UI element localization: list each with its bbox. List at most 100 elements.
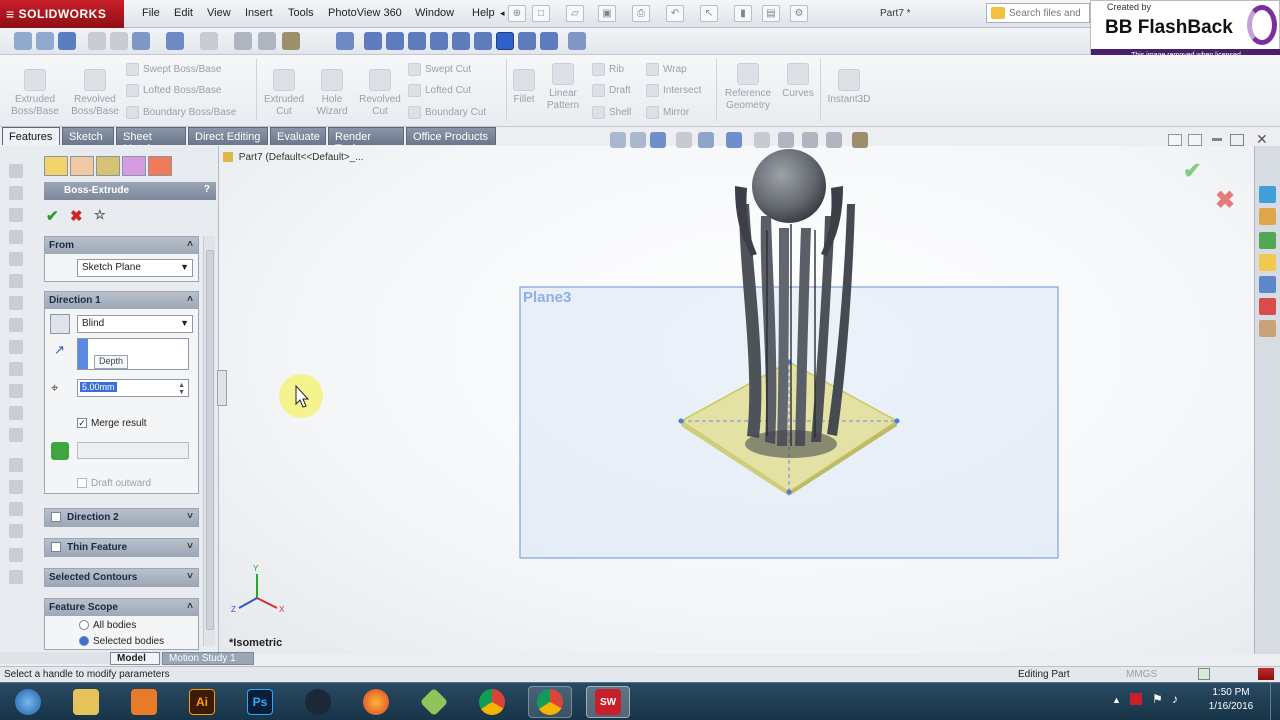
tab-motion-study[interactable]: Motion Study 1 — [162, 652, 254, 665]
display-style-icon[interactable] — [726, 132, 742, 148]
print-icon[interactable]: ⎙ — [632, 5, 650, 22]
tray-solidworks-icon[interactable] — [1130, 693, 1142, 705]
scrollbar-thumb[interactable] — [206, 250, 214, 630]
view-settings-icon[interactable] — [852, 132, 868, 148]
show-hidden-icons[interactable]: ▲ — [1112, 695, 1121, 705]
design-library-icon[interactable] — [1259, 208, 1276, 225]
direction2-group[interactable]: Direction 2 ˅ — [44, 508, 199, 527]
extruded-cut-button[interactable]: Extruded Cut — [258, 69, 310, 118]
display-style-icon[interactable] — [166, 32, 184, 50]
revolved-boss-button[interactable]: Revolved Boss/Base — [66, 69, 124, 118]
view-dimetric-icon[interactable] — [540, 32, 558, 50]
sketch-tool-icon[interactable] — [9, 274, 23, 288]
action-center-flag-icon[interactable]: ⚑ — [1152, 692, 1163, 706]
undo-icon[interactable]: ↶ — [666, 5, 684, 22]
reverse-direction-icon[interactable] — [50, 314, 70, 334]
tab-sheet-metal[interactable]: Sheet Metal — [116, 127, 186, 155]
sphere[interactable] — [752, 149, 826, 223]
edit-appearance-icon[interactable] — [234, 32, 252, 50]
intersect-button[interactable]: Intersect — [646, 84, 701, 97]
depth-input[interactable]: 5.00mm ▲ ▼ — [77, 379, 189, 397]
zoom-to-fit-icon[interactable] — [14, 32, 32, 50]
display-manager-tab-icon[interactable] — [148, 156, 172, 176]
direction2-group-header[interactable]: Direction 2 ˅ — [45, 509, 198, 526]
mirror-button[interactable]: Mirror — [646, 106, 689, 119]
direction-selection-box[interactable]: Depth — [77, 338, 189, 370]
taskbar-steam[interactable] — [296, 686, 340, 718]
taskbar-file-explorer[interactable] — [64, 686, 108, 718]
help-status-icon[interactable] — [1258, 668, 1274, 680]
cancel-x-icon[interactable]: ✖ — [70, 207, 83, 225]
save-icon[interactable]: ▣ — [598, 5, 616, 22]
curves-button[interactable]: Curves — [778, 63, 818, 100]
sketch-tool-icon[interactable] — [9, 548, 23, 562]
apply-scene-icon[interactable] — [258, 32, 276, 50]
hide-show-icon[interactable] — [200, 32, 218, 50]
drag-handle[interactable] — [786, 489, 792, 495]
view-back-icon[interactable] — [386, 32, 404, 50]
end-condition-select[interactable]: Blind ▼ — [77, 315, 193, 333]
hole-wizard-button[interactable]: Hole Wizard — [308, 69, 356, 118]
tile-horizontal-icon[interactable] — [1188, 134, 1202, 146]
menu-window[interactable]: Window — [415, 7, 454, 19]
view-top-icon[interactable] — [452, 32, 470, 50]
taskbar-clock[interactable]: 1:50 PM 1/16/2016 — [1195, 686, 1267, 714]
instant3d-button[interactable]: Instant3D — [822, 69, 876, 106]
boundary-cut-button[interactable]: Boundary Cut — [408, 106, 486, 119]
realview-icon[interactable] — [826, 132, 842, 148]
custom-properties-icon[interactable] — [1259, 320, 1276, 337]
rib-button[interactable]: Rib — [592, 63, 624, 76]
view-orientation-icon[interactable] — [698, 132, 714, 148]
search-input[interactable]: Search files and — [986, 3, 1090, 23]
sketch-tool-icon[interactable] — [9, 252, 23, 266]
taskbar-photoshop[interactable]: Ps — [238, 686, 282, 718]
edit-appearance-icon[interactable] — [778, 132, 794, 148]
show-desktop-button[interactable] — [1270, 683, 1280, 720]
feature-manager-tab-icon[interactable] — [44, 156, 68, 176]
restore-icon[interactable] — [1230, 134, 1244, 146]
sketch-tool-icon[interactable] — [9, 186, 23, 200]
sketch-tool-icon[interactable] — [9, 524, 23, 538]
menu-tools[interactable]: Tools — [288, 7, 314, 19]
select-icon[interactable]: ↖ — [700, 5, 718, 22]
sketch-tool-icon[interactable] — [9, 458, 23, 472]
view-palette-icon[interactable] — [1259, 276, 1276, 293]
collapse-chevron-icon[interactable]: ˄ — [187, 294, 193, 305]
solidworks-logo[interactable]: ≡ SOLIDWORKS — [0, 0, 124, 28]
bodies-selection-box[interactable] — [77, 442, 189, 459]
detailed-preview-icon[interactable]: ☆ — [94, 207, 106, 223]
file-properties-icon[interactable]: ▤ — [762, 5, 780, 22]
lofted-boss-button[interactable]: Lofted Boss/Base — [126, 84, 221, 97]
section-view-icon[interactable] — [88, 32, 106, 50]
swept-cut-button[interactable]: Swept Cut — [408, 63, 471, 76]
wrap-button[interactable]: Wrap — [646, 63, 687, 76]
tab-render-tools[interactable]: Render Tools — [328, 127, 404, 155]
tab-model[interactable]: Model — [110, 652, 160, 665]
sketch-tool-icon[interactable] — [9, 318, 23, 332]
previous-view-icon[interactable] — [58, 32, 76, 50]
collapse-chevron-icon[interactable]: ˄ — [187, 601, 193, 612]
search-results-icon[interactable] — [1259, 254, 1276, 271]
sketch-tool-icon[interactable] — [9, 384, 23, 398]
tab-features[interactable]: Features — [2, 127, 60, 145]
section-view-icon[interactable] — [676, 132, 692, 148]
zoom-to-area-icon[interactable] — [36, 32, 54, 50]
extruded-boss-button[interactable]: Extruded Boss/Base — [6, 69, 64, 118]
help-pin-icon[interactable]: ◂ — [500, 8, 505, 19]
sketch-tool-icon[interactable] — [9, 208, 23, 222]
sketch-tool-icon[interactable] — [9, 502, 23, 516]
sketch-tool-icon[interactable] — [9, 406, 23, 420]
view-right-icon[interactable] — [430, 32, 448, 50]
reference-geometry-button[interactable]: Reference Geometry — [718, 63, 778, 112]
minimize-icon[interactable] — [1212, 138, 1222, 141]
pin-icon[interactable]: ⊕ — [508, 5, 526, 22]
solidworks-resources-icon[interactable] — [1259, 186, 1276, 203]
thin-feature-group-header[interactable]: Thin Feature ˅ — [45, 539, 198, 556]
drag-handle[interactable] — [678, 418, 684, 424]
configuration-manager-tab-icon[interactable] — [96, 156, 120, 176]
start-button[interactable] — [6, 686, 50, 718]
expand-chevron-icon[interactable]: ˅ — [187, 541, 193, 552]
menu-view[interactable]: View — [207, 7, 231, 19]
selected-contours-group[interactable]: Selected Contours ˅ — [44, 568, 199, 587]
feature-tree-flyout[interactable]: Part7 (Default<<Default>_... — [223, 152, 364, 163]
